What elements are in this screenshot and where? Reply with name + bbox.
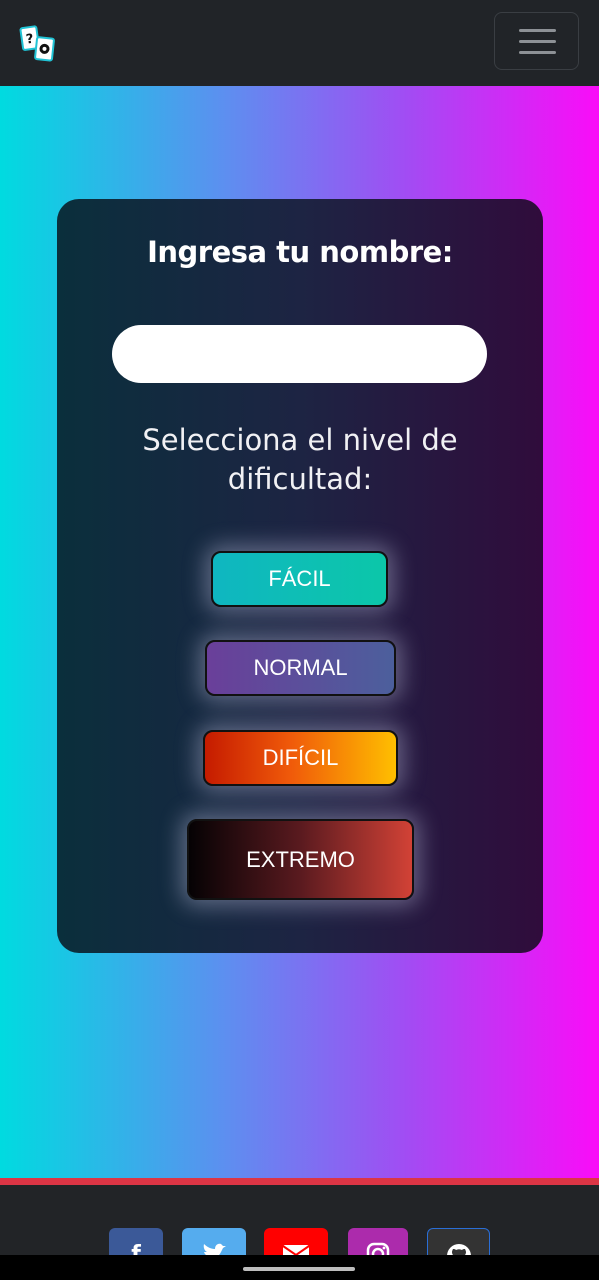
facebook-icon: f — [131, 1242, 141, 1255]
home-gesture-handle[interactable] — [243, 1267, 355, 1271]
setup-card: Ingresa tu nombre: Selecciona el nivel d… — [57, 199, 543, 953]
twitter-icon — [203, 1243, 226, 1255]
footer-accent-line — [0, 1178, 599, 1185]
instagram-button[interactable] — [348, 1228, 408, 1255]
github-icon — [446, 1244, 471, 1255]
mail-icon — [282, 1245, 310, 1255]
hamburger-menu-button[interactable] — [494, 12, 579, 70]
instagram-icon — [366, 1242, 390, 1255]
top-navbar: ? — [0, 0, 599, 86]
footer: f — [0, 1185, 599, 1255]
main-gradient-area: Ingresa tu nombre: Selecciona el nivel d… — [0, 86, 599, 1178]
name-prompt-title: Ingresa tu nombre: — [147, 235, 453, 269]
level-extreme-button[interactable]: EXTREMO — [187, 819, 414, 900]
level-normal-button[interactable]: NORMAL — [205, 640, 396, 696]
cards-logo-icon[interactable]: ? — [19, 24, 59, 64]
github-button[interactable] — [427, 1228, 490, 1255]
level-hard-button[interactable]: DIFÍCIL — [203, 730, 398, 786]
hamburger-icon — [519, 29, 556, 32]
twitter-button[interactable] — [182, 1228, 246, 1255]
level-easy-button[interactable]: FÁCIL — [211, 551, 388, 607]
name-input[interactable] — [112, 325, 487, 383]
system-navigation-bar — [0, 1255, 599, 1280]
difficulty-prompt: Selecciona el nivel de dificultad: — [142, 423, 458, 496]
facebook-button[interactable]: f — [109, 1228, 163, 1255]
mail-button[interactable] — [264, 1228, 328, 1255]
